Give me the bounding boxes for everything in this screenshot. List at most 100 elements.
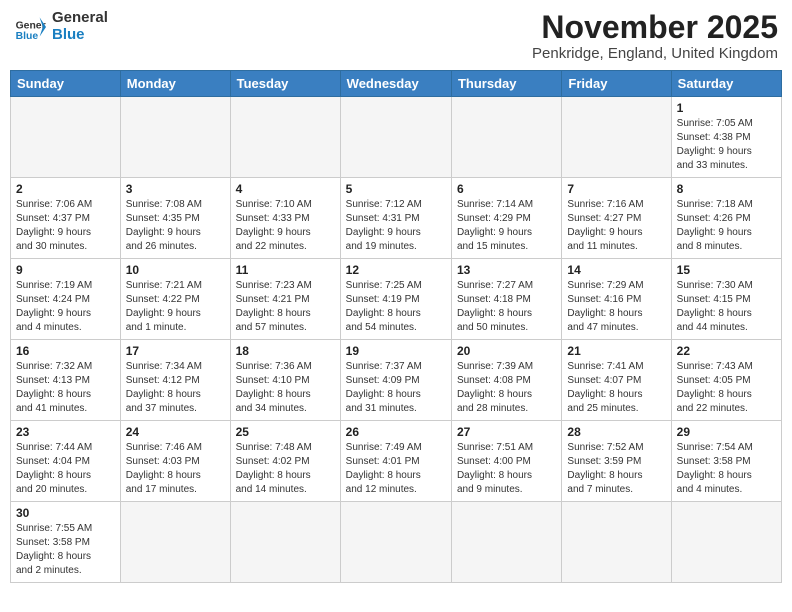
day-number: 7 xyxy=(567,182,665,196)
day-info: Sunrise: 7:44 AM Sunset: 4:04 PM Dayligh… xyxy=(16,441,115,497)
day-number: 29 xyxy=(677,425,776,439)
day-info: Sunrise: 7:27 AM Sunset: 4:18 PM Dayligh… xyxy=(457,279,556,335)
day-cell xyxy=(120,502,230,583)
week-row-2: 2 Sunrise: 7:06 AM Sunset: 4:37 PM Daylig… xyxy=(11,178,782,259)
location-subtitle: Penkridge, England, United Kingdom xyxy=(532,45,778,62)
logo-general-text: General xyxy=(52,10,108,27)
day-cell: 7 Sunrise: 7:16 AM Sunset: 4:27 PM Daylig… xyxy=(562,178,671,259)
day-cell: 6Sunrise: 7:14 AM Sunset: 4:29 PM Daylig… xyxy=(451,178,561,259)
day-cell: 15 Sunrise: 7:30 AM Sunset: 4:15 PM Dayli… xyxy=(671,259,781,340)
day-number: 4 xyxy=(236,182,335,196)
day-cell: 11 Sunrise: 7:23 AM Sunset: 4:21 PM Dayli… xyxy=(230,259,340,340)
day-number: 18 xyxy=(236,344,335,358)
day-number: 16 xyxy=(16,344,115,358)
day-number: 30 xyxy=(16,506,115,520)
weekday-header-wednesday: Wednesday xyxy=(340,71,451,97)
day-info: Sunrise: 7:29 AM Sunset: 4:16 PM Dayligh… xyxy=(567,279,665,335)
day-info: Sunrise: 7:51 AM Sunset: 4:00 PM Dayligh… xyxy=(457,441,556,497)
day-info: Sunrise: 7:49 AM Sunset: 4:01 PM Dayligh… xyxy=(346,441,446,497)
day-cell xyxy=(671,502,781,583)
logo: General Blue General Blue xyxy=(14,10,108,43)
week-row-1: 1Sunrise: 7:05 AM Sunset: 4:38 PM Daylig… xyxy=(11,97,782,178)
day-cell xyxy=(120,97,230,178)
day-cell: 16Sunrise: 7:32 AM Sunset: 4:13 PM Dayli… xyxy=(11,340,121,421)
day-cell xyxy=(230,502,340,583)
day-cell: 5Sunrise: 7:12 AM Sunset: 4:31 PM Daylig… xyxy=(340,178,451,259)
calendar-table: SundayMondayTuesdayWednesdayThursdayFrid… xyxy=(10,70,782,583)
weekday-header-thursday: Thursday xyxy=(451,71,561,97)
day-cell xyxy=(451,502,561,583)
day-number: 17 xyxy=(126,344,225,358)
day-info: Sunrise: 7:39 AM Sunset: 4:08 PM Dayligh… xyxy=(457,360,556,416)
day-number: 27 xyxy=(457,425,556,439)
logo-icon: General Blue xyxy=(14,11,46,43)
day-number: 9 xyxy=(16,263,115,277)
day-number: 26 xyxy=(346,425,446,439)
day-number: 2 xyxy=(16,182,115,196)
day-info: Sunrise: 7:08 AM Sunset: 4:35 PM Dayligh… xyxy=(126,198,225,254)
month-title: November 2025 xyxy=(532,10,778,45)
day-cell: 26 Sunrise: 7:49 AM Sunset: 4:01 PM Dayli… xyxy=(340,421,451,502)
day-cell xyxy=(562,97,671,178)
day-number: 15 xyxy=(677,263,776,277)
day-cell: 12Sunrise: 7:25 AM Sunset: 4:19 PM Dayli… xyxy=(340,259,451,340)
day-cell xyxy=(340,97,451,178)
day-info: Sunrise: 7:23 AM Sunset: 4:21 PM Dayligh… xyxy=(236,279,335,335)
day-cell: 28Sunrise: 7:52 AM Sunset: 3:59 PM Dayli… xyxy=(562,421,671,502)
page-header: General Blue General Blue November 2025 … xyxy=(10,10,782,62)
day-cell: 25Sunrise: 7:48 AM Sunset: 4:02 PM Dayli… xyxy=(230,421,340,502)
day-cell: 1Sunrise: 7:05 AM Sunset: 4:38 PM Daylig… xyxy=(671,97,781,178)
day-cell: 21Sunrise: 7:41 AM Sunset: 4:07 PM Dayli… xyxy=(562,340,671,421)
day-cell: 27 Sunrise: 7:51 AM Sunset: 4:00 PM Dayli… xyxy=(451,421,561,502)
weekday-header-tuesday: Tuesday xyxy=(230,71,340,97)
week-row-3: 9 Sunrise: 7:19 AM Sunset: 4:24 PM Daylig… xyxy=(11,259,782,340)
day-info: Sunrise: 7:36 AM Sunset: 4:10 PM Dayligh… xyxy=(236,360,335,416)
day-info: Sunrise: 7:41 AM Sunset: 4:07 PM Dayligh… xyxy=(567,360,665,416)
day-cell xyxy=(562,502,671,583)
day-cell: 9 Sunrise: 7:19 AM Sunset: 4:24 PM Daylig… xyxy=(11,259,121,340)
day-info: Sunrise: 7:25 AM Sunset: 4:19 PM Dayligh… xyxy=(346,279,446,335)
day-number: 24 xyxy=(126,425,225,439)
day-cell: 18 Sunrise: 7:36 AM Sunset: 4:10 PM Dayli… xyxy=(230,340,340,421)
day-cell: 3 Sunrise: 7:08 AM Sunset: 4:35 PM Daylig… xyxy=(120,178,230,259)
weekday-header-saturday: Saturday xyxy=(671,71,781,97)
day-info: Sunrise: 7:10 AM Sunset: 4:33 PM Dayligh… xyxy=(236,198,335,254)
day-cell: 4 Sunrise: 7:10 AM Sunset: 4:33 PM Daylig… xyxy=(230,178,340,259)
day-number: 8 xyxy=(677,182,776,196)
day-info: Sunrise: 7:34 AM Sunset: 4:12 PM Dayligh… xyxy=(126,360,225,416)
day-cell: 29 Sunrise: 7:54 AM Sunset: 3:58 PM Dayli… xyxy=(671,421,781,502)
day-number: 20 xyxy=(457,344,556,358)
day-info: Sunrise: 7:14 AM Sunset: 4:29 PM Dayligh… xyxy=(457,198,556,254)
day-number: 23 xyxy=(16,425,115,439)
day-number: 22 xyxy=(677,344,776,358)
weekday-header-friday: Friday xyxy=(562,71,671,97)
day-cell xyxy=(11,97,121,178)
day-number: 11 xyxy=(236,263,335,277)
svg-text:Blue: Blue xyxy=(16,31,39,42)
week-row-5: 23 Sunrise: 7:44 AM Sunset: 4:04 PM Dayli… xyxy=(11,421,782,502)
day-number: 1 xyxy=(677,101,776,115)
day-info: Sunrise: 7:19 AM Sunset: 4:24 PM Dayligh… xyxy=(16,279,115,335)
day-info: Sunrise: 7:16 AM Sunset: 4:27 PM Dayligh… xyxy=(567,198,665,254)
day-cell xyxy=(340,502,451,583)
day-info: Sunrise: 7:54 AM Sunset: 3:58 PM Dayligh… xyxy=(677,441,776,497)
day-info: Sunrise: 7:43 AM Sunset: 4:05 PM Dayligh… xyxy=(677,360,776,416)
day-number: 25 xyxy=(236,425,335,439)
weekday-header-row: SundayMondayTuesdayWednesdayThursdayFrid… xyxy=(11,71,782,97)
day-info: Sunrise: 7:06 AM Sunset: 4:37 PM Dayligh… xyxy=(16,198,115,254)
day-info: Sunrise: 7:46 AM Sunset: 4:03 PM Dayligh… xyxy=(126,441,225,497)
day-number: 3 xyxy=(126,182,225,196)
day-info: Sunrise: 7:55 AM Sunset: 3:58 PM Dayligh… xyxy=(16,522,115,578)
day-number: 13 xyxy=(457,263,556,277)
day-cell: 30 Sunrise: 7:55 AM Sunset: 3:58 PM Dayli… xyxy=(11,502,121,583)
day-cell: 14 Sunrise: 7:29 AM Sunset: 4:16 PM Dayli… xyxy=(562,259,671,340)
weekday-header-monday: Monday xyxy=(120,71,230,97)
day-number: 14 xyxy=(567,263,665,277)
day-cell xyxy=(451,97,561,178)
day-info: Sunrise: 7:37 AM Sunset: 4:09 PM Dayligh… xyxy=(346,360,446,416)
day-cell: 22 Sunrise: 7:43 AM Sunset: 4:05 PM Dayli… xyxy=(671,340,781,421)
day-info: Sunrise: 7:30 AM Sunset: 4:15 PM Dayligh… xyxy=(677,279,776,335)
day-info: Sunrise: 7:21 AM Sunset: 4:22 PM Dayligh… xyxy=(126,279,225,335)
day-cell: 19Sunrise: 7:37 AM Sunset: 4:09 PM Dayli… xyxy=(340,340,451,421)
title-block: November 2025 Penkridge, England, United… xyxy=(532,10,778,62)
